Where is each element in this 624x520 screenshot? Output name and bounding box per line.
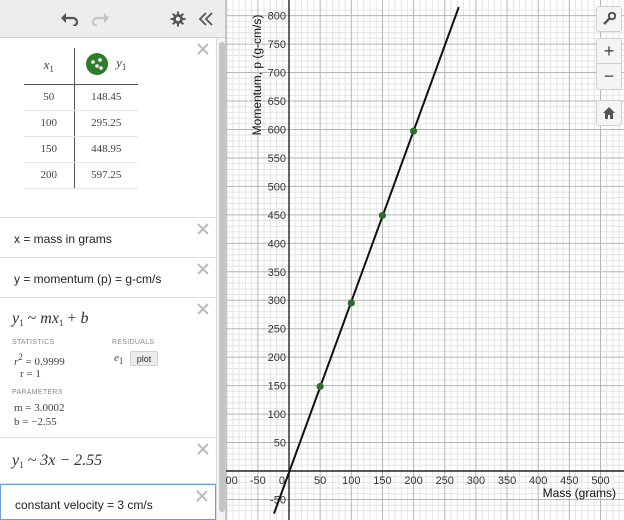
x-note-text: x = mass in grams	[14, 232, 112, 246]
y-tick-label: 250	[268, 324, 286, 336]
x-tick-label: -100	[226, 475, 238, 487]
double-chevron-left-icon[interactable]	[196, 9, 216, 29]
y-axis-label: Momentum, p (g-cm/s)	[250, 15, 264, 136]
data-point	[347, 299, 355, 307]
gear-icon[interactable]	[168, 9, 188, 29]
x-tick-label: 50	[314, 475, 326, 487]
zoom-out-button[interactable]: −	[596, 64, 622, 90]
minus-icon: −	[603, 66, 615, 86]
y-tick-label: 700	[268, 68, 286, 80]
x-tick-label: -50	[250, 475, 266, 487]
y-tick-label: 100	[268, 409, 286, 421]
panel-toolbar	[0, 0, 225, 38]
y-tick-label: 350	[268, 267, 286, 279]
regression-formula: y1 ~ mx1 + b	[12, 310, 89, 328]
expression-panel: x1 y1 50 148.45 100 295.25 150 448.95 20…	[0, 0, 226, 520]
y-tick-label: 600	[268, 124, 286, 136]
x-tick-label: 150	[373, 475, 391, 487]
slope-parameter: m = 3.0002	[14, 402, 65, 414]
y-tick-label: 550	[268, 153, 286, 165]
plot-residuals-button[interactable]: plot	[130, 351, 158, 366]
close-icon[interactable]	[196, 302, 210, 316]
table-cell[interactable]: 597.25	[74, 162, 138, 189]
table-row: 200 597.25	[24, 162, 138, 189]
table-cell[interactable]: 50	[24, 84, 75, 111]
close-icon[interactable]	[196, 442, 210, 456]
y-tick-label: 400	[268, 238, 286, 250]
parameters-label: PARAMETERS	[12, 389, 63, 396]
data-point	[378, 211, 387, 220]
formula-expression[interactable]: y1 ~ 3x − 2.55	[0, 438, 216, 484]
wrench-icon[interactable]	[596, 6, 622, 32]
table-expression[interactable]: x1 y1 50 148.45 100 295.25 150 448.95 20…	[0, 38, 216, 218]
y-tick-label: 500	[268, 181, 286, 193]
statistics-label: STATISTICS	[12, 339, 55, 346]
close-icon[interactable]	[196, 262, 210, 276]
residuals-label: RESIDUALS	[112, 339, 155, 346]
table-row: 50 148.45	[24, 84, 138, 111]
y-tick-label: 450	[268, 210, 286, 222]
graph-area[interactable]: -100-50050100150200250300350400450500 -5…	[226, 0, 624, 520]
r-value: r = 1	[20, 368, 41, 380]
x-tick-label: 100	[342, 475, 360, 487]
zoom-in-button[interactable]: +	[596, 38, 622, 64]
y-tick-label: 50	[274, 438, 286, 450]
regression-expression[interactable]: y1 ~ mx1 + b STATISTICS RESIDUALS r2 = 0…	[0, 298, 216, 438]
x-tick-label: 300	[467, 475, 485, 487]
desmos-app: x1 y1 50 148.45 100 295.25 150 448.95 20…	[0, 0, 624, 520]
plus-icon: +	[603, 40, 615, 61]
table-cell[interactable]: 295.25	[74, 110, 138, 137]
y-tick-label: 750	[268, 39, 286, 51]
table-cell[interactable]: 100	[24, 110, 75, 137]
table-cell[interactable]: 200	[24, 162, 75, 189]
table-row: 150 448.95	[24, 136, 138, 163]
y-tick-label: 300	[268, 295, 286, 307]
data-point	[410, 127, 418, 135]
table-header-x[interactable]: x1	[24, 48, 75, 85]
x-tick-label: 350	[498, 475, 516, 487]
y-tick-label: 200	[268, 352, 286, 364]
expression-list: x1 y1 50 148.45 100 295.25 150 448.95 20…	[0, 38, 216, 520]
table-row: 100 295.25	[24, 110, 138, 137]
redo-icon[interactable]	[90, 9, 110, 29]
table-header-y[interactable]: y1	[74, 48, 138, 85]
r-squared-value: r2 = 0.9999	[14, 352, 65, 368]
data-table: x1 y1 50 148.45 100 295.25 150 448.95 20…	[24, 48, 138, 189]
data-point	[316, 382, 324, 391]
y-tick-label: 650	[268, 96, 286, 108]
close-icon[interactable]	[196, 42, 210, 56]
graph-svg[interactable]: -100-50050100150200250300350400450500 -5…	[226, 0, 624, 520]
table-cell[interactable]: 150	[24, 136, 75, 163]
points-style-icon[interactable]	[86, 52, 109, 75]
fitted-formula: y1 ~ 3x − 2.55	[12, 452, 103, 470]
note-expression[interactable]: x = mass in grams	[0, 218, 216, 258]
x-axis-label: Mass (grams)	[543, 486, 616, 500]
y-tick-label: 150	[268, 381, 286, 393]
close-icon[interactable]	[196, 222, 210, 236]
home-icon[interactable]	[596, 100, 622, 126]
y-note-text: y = momentum (p) = g-cm/s	[14, 272, 162, 286]
residual-variable: e1	[114, 352, 124, 366]
close-icon[interactable]	[195, 489, 209, 503]
x-tick-label: 250	[436, 475, 454, 487]
undo-icon[interactable]	[60, 9, 80, 29]
note-expression-active[interactable]: constant velocity = 3 cm/s	[0, 484, 216, 520]
scroll-thumb[interactable]	[219, 42, 225, 512]
table-cell[interactable]: 448.95	[74, 136, 138, 163]
panel-scrollbar[interactable]	[216, 38, 225, 520]
x-tick-label: 200	[404, 475, 422, 487]
velocity-note-text: constant velocity = 3 cm/s	[15, 498, 153, 512]
y-tick-label: 800	[268, 11, 286, 23]
table-cell[interactable]: 148.45	[74, 84, 138, 111]
intercept-parameter: b = −2.55	[14, 416, 57, 428]
note-expression[interactable]: y = momentum (p) = g-cm/s	[0, 258, 216, 298]
